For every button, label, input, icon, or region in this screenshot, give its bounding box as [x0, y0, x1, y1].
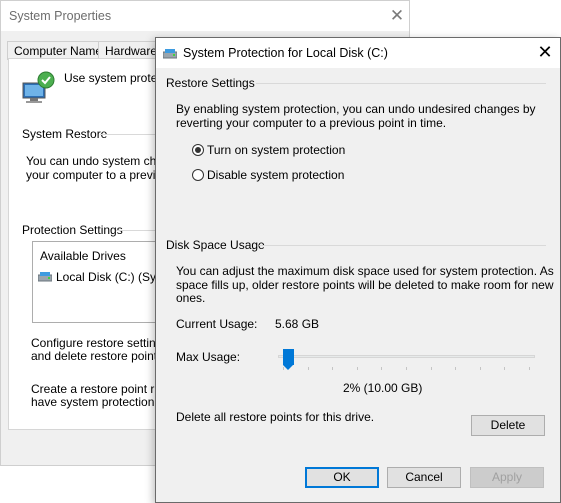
restore-settings-heading: Restore Settings [166, 76, 255, 90]
system-restore-text: your computer to a previous [26, 168, 175, 182]
current-usage-label: Current Usage: [176, 317, 258, 331]
delete-description: Delete all restore points for this drive… [176, 410, 375, 424]
disk-usage-description: You can adjust the maximum disk space us… [176, 264, 554, 278]
create-text: have system protection tur [31, 395, 172, 409]
max-usage-slider-thumb[interactable] [282, 349, 294, 370]
radio-selected-dot [195, 147, 201, 153]
close-icon[interactable]: ✕ [387, 6, 407, 26]
apply-button[interactable]: Apply [470, 467, 544, 488]
slider-tick [529, 367, 530, 370]
restore-description: reverting your computer to a previous po… [176, 116, 447, 130]
ok-button[interactable]: OK [305, 467, 379, 488]
disk-usage-description: space fills up, older restore points wil… [176, 278, 554, 292]
delete-button[interactable]: Delete [471, 415, 545, 436]
slider-tick [406, 367, 407, 370]
group-divider [116, 230, 156, 231]
disk-usage-description: ones. [176, 291, 206, 305]
radio-turn-on-label[interactable]: Turn on system protection [207, 143, 345, 157]
disk-space-usage-heading: Disk Space Usage [166, 238, 265, 252]
available-drives-header[interactable]: Available Drives [40, 249, 126, 263]
group-divider [100, 134, 156, 135]
slider-tick [283, 367, 284, 370]
dialog-title: System Protection for Local Disk (C:) [183, 46, 388, 60]
max-usage-label: Max Usage: [176, 350, 241, 364]
protection-settings-heading: Protection Settings [22, 223, 123, 237]
radio-disable[interactable] [192, 169, 204, 181]
radio-turn-on[interactable] [192, 144, 204, 156]
slider-tick [381, 367, 383, 370]
close-icon[interactable]: ✕ [534, 42, 556, 63]
max-usage-value: 2% (10.00 GB) [343, 381, 423, 395]
window-title: System Properties [9, 9, 112, 23]
drive-icon [163, 49, 177, 59]
group-divider [259, 245, 546, 246]
configure-text: Configure restore settings, [31, 336, 172, 350]
max-usage-slider-track[interactable] [278, 355, 535, 358]
restore-description: By enabling system protection, you can u… [176, 102, 536, 116]
slider-tick [455, 367, 457, 370]
slider-tick [479, 367, 481, 370]
system-protection-dialog: System Protection for Local Disk (C:) ✕ … [155, 37, 561, 503]
system-restore-text: You can undo system chan [26, 154, 170, 168]
drive-icon [38, 272, 52, 282]
slider-tick [356, 367, 358, 370]
slider-tick [307, 367, 309, 370]
system-protection-icon [22, 71, 55, 103]
radio-disable-label[interactable]: Disable system protection [207, 168, 344, 182]
slider-tick [332, 367, 334, 370]
configure-text: and delete restore points. [31, 349, 167, 363]
slider-tick [430, 367, 432, 370]
system-restore-heading: System Restore [22, 127, 108, 141]
create-text: Create a restore point right [31, 382, 174, 396]
slider-tick [504, 367, 506, 370]
group-divider [256, 83, 546, 84]
current-usage-value: 5.68 GB [275, 317, 320, 331]
cancel-button[interactable]: Cancel [387, 467, 461, 488]
